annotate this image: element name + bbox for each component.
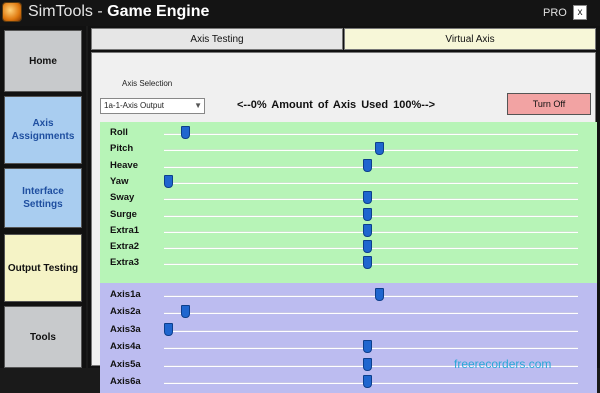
slider-thumb[interactable] — [362, 223, 372, 237]
slider-track[interactable] — [164, 329, 578, 331]
axis-label: Yaw — [110, 175, 129, 187]
slider-track[interactable] — [164, 295, 578, 296]
window-title-prefix: SimTools - — [28, 3, 108, 20]
axis-selection-dropdown[interactable]: 1a-1-Axis Output ▼ — [100, 98, 205, 114]
axis-label: Roll — [110, 127, 128, 138]
sidebar-item-tools[interactable]: Tools — [4, 306, 82, 368]
slider-thumb[interactable] — [362, 357, 372, 371]
axis-label: Sway — [110, 192, 135, 204]
axis-row-axis2a: Axis2a — [100, 304, 597, 320]
axis-selection-value: 1a-1-Axis Output — [104, 101, 165, 110]
slider-thumb[interactable] — [362, 207, 372, 221]
axis-row-axis1a: Axis1a — [100, 287, 597, 303]
sidebar-item-axis-assignments[interactable]: Axis Assignments — [4, 96, 82, 164]
pro-badge: PRO — [543, 7, 567, 19]
slider-track[interactable] — [164, 133, 578, 134]
axis-label: Axis1a — [110, 289, 141, 300]
axis-row-axis4a: Axis4a — [100, 339, 597, 355]
axis-selection-label: Axis Selection — [122, 79, 173, 88]
axis-label: Extra1 — [110, 224, 140, 236]
slider-thumb[interactable] — [362, 191, 372, 205]
watermark-text: freerecorders.com — [454, 357, 552, 371]
axis-label: Extra2 — [110, 241, 140, 253]
axis-label: Axis2a — [110, 306, 141, 318]
axis-row-heave: Heave — [100, 158, 597, 174]
axis-label: Axis6a — [110, 376, 141, 387]
axis-row-extra3: Extra3 — [100, 255, 597, 271]
axis-row-yaw: Yaw — [100, 174, 597, 190]
dof-axes-group: Roll Pitch Heave Yaw Sway Surge Extra1 Extra2 Ex… — [100, 122, 597, 283]
slider-thumb[interactable] — [362, 256, 372, 270]
slider-track[interactable] — [164, 181, 578, 183]
axis-row-pitch: Pitch — [100, 141, 597, 157]
sidebar-item-output-testing[interactable]: Output Testing — [4, 234, 82, 302]
sidebar-item-label: Interface Settings — [22, 186, 64, 210]
title-bar: SimTools - Game Engine PRO x — [0, 0, 600, 26]
axis-label: Extra3 — [110, 257, 140, 269]
slider-thumb[interactable] — [375, 288, 385, 301]
sidebar-item-label: Output Testing — [7, 262, 79, 274]
axis-label: Pitch — [110, 143, 134, 155]
axis-label: Surge — [110, 208, 137, 220]
axis-row-axis3a: Axis3a — [100, 322, 597, 338]
sidebar-item-interface-settings[interactable]: Interface Settings — [4, 168, 82, 228]
app-logo-icon — [3, 3, 21, 21]
axis-label: Axis4a — [110, 341, 141, 353]
sidebar-item-home[interactable]: Home — [4, 30, 82, 92]
turn-off-button[interactable]: Turn Off — [507, 93, 591, 115]
axis-row-axis6a: Axis6a — [100, 374, 597, 390]
axis-testing-panel: Axis Selection 1a-1-Axis Output ▼ <--0% … — [91, 52, 597, 393]
output-axes-group: Axis1a Axis2a Axis3a Axis4a Axis5a Axis6a — [100, 283, 597, 393]
sidebar-item-label: Tools — [30, 331, 56, 343]
slider-thumb[interactable] — [180, 305, 190, 319]
slider-thumb[interactable] — [362, 340, 372, 354]
chevron-down-icon: ▼ — [194, 101, 202, 110]
axis-row-extra2: Extra2 — [100, 239, 597, 255]
axis-row-roll: Roll — [100, 125, 597, 141]
sidebar: Home Axis Assignments Interface Settings… — [0, 26, 86, 368]
close-button[interactable]: x — [573, 5, 587, 20]
axis-label: Heave — [110, 159, 138, 171]
slider-thumb[interactable] — [180, 126, 190, 139]
sidebar-item-label: Home — [29, 55, 57, 67]
slider-track[interactable] — [164, 312, 578, 314]
amount-of-axis-header: <--0% Amount of Axis Used 100%--> — [237, 99, 436, 111]
slider-thumb[interactable] — [362, 375, 372, 388]
slider-thumb[interactable] — [375, 142, 385, 156]
slider-thumb[interactable] — [164, 322, 174, 336]
slider-thumb[interactable] — [362, 158, 372, 172]
tab-virtual-axis[interactable]: Virtual Axis — [344, 28, 596, 50]
slider-track[interactable] — [164, 149, 578, 151]
axis-row-sway: Sway — [100, 190, 597, 206]
axis-row-surge: Surge — [100, 207, 597, 223]
slider-thumb[interactable] — [164, 174, 174, 188]
main-area: Axis Testing Virtual Axis Axis Selection… — [88, 26, 600, 393]
axis-label: Axis3a — [110, 323, 141, 335]
sidebar-item-label: Axis Assignments — [11, 118, 75, 142]
window-title: SimTools - Game Engine — [28, 3, 209, 21]
tab-axis-testing[interactable]: Axis Testing — [91, 28, 343, 50]
slider-thumb[interactable] — [362, 240, 372, 254]
window-title-bold: Game Engine — [107, 3, 210, 20]
axis-row-extra1: Extra1 — [100, 223, 597, 239]
